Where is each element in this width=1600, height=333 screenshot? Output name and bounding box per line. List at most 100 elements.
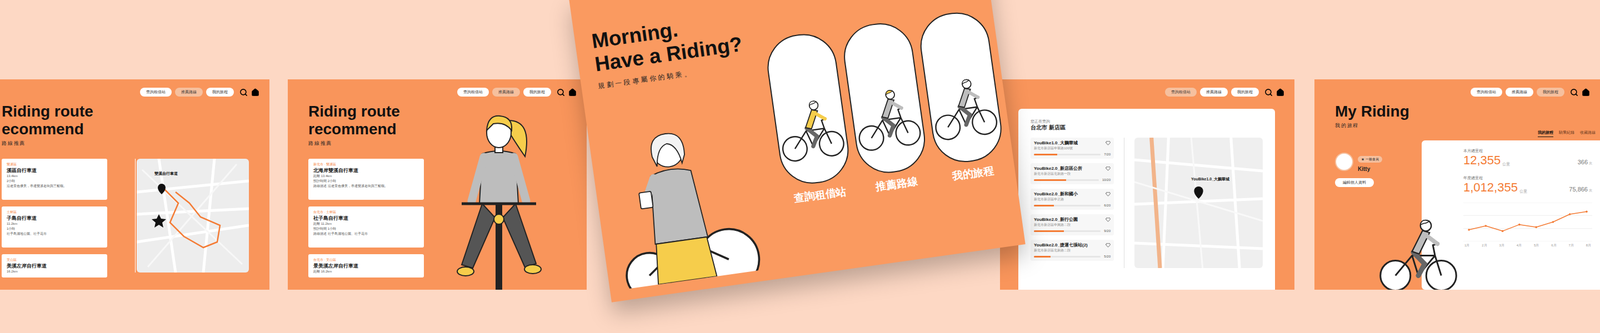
search-icon[interactable] (239, 88, 248, 97)
availability-track (1033, 230, 1101, 233)
riding-heading: My Riding (1335, 102, 1422, 121)
chart-point (1552, 221, 1555, 224)
chart-point (1518, 223, 1521, 227)
profile-text: ★ 一般會員Kitty (1357, 151, 1383, 173)
stat-value-row: 12,355公里 (1463, 153, 1510, 168)
station-map[interactable]: YouBike1.0_大鵬華城 (1134, 137, 1263, 269)
heart-icon[interactable] (1105, 191, 1111, 197)
nav-pill[interactable]: 查詢租借站 (140, 87, 172, 97)
chart-point (1485, 225, 1488, 228)
nav-pill[interactable]: 查詢租借站 (1470, 87, 1503, 97)
option-label: 查詢租借站 (793, 185, 848, 206)
member-badge: ★ 一般會員 (1357, 156, 1383, 163)
riding-panel: 查詢租借站推薦路線我的旅程My Riding我的旅程★ 一般會員Kitty編輯個… (1314, 79, 1600, 290)
route-card[interactable]: 文山區美溪左岸自行車道16.2km (1, 254, 108, 278)
search-icon[interactable] (556, 88, 565, 97)
hero-option[interactable]: 查詢租借站 (763, 30, 856, 207)
route-detail: 沿途景色優美，串連雙溪老街與三貂嶺。 (6, 183, 103, 189)
option-label: 我的旅程 (951, 164, 995, 184)
riding-tab[interactable]: 騎乘紀錄 (1558, 129, 1575, 138)
route-panel-left: Riding routerecommend路線推薦新北市 · 雙溪區北海岸雙溪自… (287, 98, 427, 290)
stat-main: 年度總里程1,012,355公里 (1463, 175, 1528, 195)
search-icon[interactable] (1264, 88, 1273, 97)
route-name: 社子島自行車道 (313, 215, 419, 222)
station-address: 新北市新店區北新路一段 (1033, 171, 1111, 177)
nav-pill[interactable]: 我的旅程 (523, 87, 552, 97)
station-list: YouBike1.0_大鵬華城新北市新店區中華路100號7/20 YouBike2… (1030, 137, 1114, 269)
x-label: 7月 (1568, 243, 1574, 248)
home-icon[interactable] (1581, 88, 1590, 97)
heart-icon[interactable] (1105, 217, 1111, 223)
hero-illustration-area (603, 103, 775, 290)
heart-icon[interactable] (1105, 140, 1111, 146)
stat-unit: 公里 (1519, 188, 1528, 195)
top-nav: 查詢租借站推薦路線我的旅程 (0, 79, 270, 99)
route-card[interactable]: 新北市 · 雙溪區北海岸雙溪自行車道距離 13.4km預計時間 2小時路線描述 … (308, 158, 424, 200)
station-count: 6/20 (1103, 203, 1111, 208)
x-label: 5月 (1533, 243, 1539, 248)
station-row[interactable]: YouBike2.0_新店區公所新北市新店區北新路一段10/20 (1030, 163, 1114, 185)
riding-cyclist-area (1376, 210, 1460, 290)
home-icon[interactable] (1276, 88, 1285, 97)
route-map[interactable]: 雙溪自行車道 (136, 158, 249, 273)
nav-pill[interactable]: 推薦路線 (175, 87, 203, 97)
riding-tab[interactable]: 我的旅程 (1537, 129, 1554, 138)
chart-segment (1485, 226, 1503, 232)
stat-main: 本月總里程12,355公里 (1463, 148, 1510, 168)
option-illustration-area (769, 67, 852, 187)
x-label: 4月 (1516, 243, 1522, 248)
route-detail: 預計時間 2小時 (313, 178, 419, 184)
route-card[interactable]: 雙溪區溪區自行車道13.4km2小時沿途景色優美，串連雙溪老街與三貂嶺。 (1, 158, 108, 200)
nav-pill[interactable]: 推薦路線 (492, 87, 520, 97)
home-icon[interactable] (251, 88, 260, 97)
chart-segment (1519, 225, 1537, 228)
station-name: YouBike2.0_新和國小 (1033, 191, 1078, 198)
stat-side: 75,866次 (1568, 186, 1593, 195)
subheading: 路線推薦 (308, 140, 427, 147)
nav-pill[interactable]: 我的旅程 (1231, 87, 1259, 97)
station-address: 新北市新店區中興路二段 (1033, 222, 1111, 228)
search-icon[interactable] (1570, 88, 1579, 97)
route-card[interactable]: 士林區子島自行車道11.2km1小時社子島濕地公園、社子花市 (1, 206, 108, 248)
riding-tabs: 我的旅程騎乘紀錄收藏路線 (1421, 129, 1600, 138)
route-panel: 查詢租借站推薦路線我的旅程 Riding routerecommend路線推薦新北… (287, 79, 587, 290)
route-card[interactable]: 台北市 · 士林區社子島自行車道距離 11.2km預計時間 1小時路線描述 社子… (308, 206, 424, 248)
nav-pill[interactable]: 查詢租借站 (1165, 87, 1197, 97)
home-icon[interactable] (568, 88, 577, 97)
hero-option[interactable]: 我的旅程 (916, 8, 1009, 185)
nav-pill[interactable]: 推薦路線 (1200, 87, 1228, 97)
availability-fill (1033, 179, 1067, 182)
edit-profile-button[interactable]: 編輯個人資料 (1335, 178, 1374, 188)
station-availability: 7/20 (1033, 152, 1111, 157)
riding-tab[interactable]: 收藏路線 (1580, 129, 1596, 138)
x-label: 1月 (1464, 243, 1470, 248)
avatar[interactable] (1335, 152, 1354, 172)
station-address: 新北市新店區中正路 (1033, 197, 1111, 203)
cyclist-illustration (1376, 210, 1460, 290)
hero-card: Morning.Have a Riding?規劃一段專屬你的騎乘。查詢租借站推薦… (568, 0, 1025, 303)
divider (135, 158, 136, 273)
route-card[interactable]: 台北市 · 文山區景美溪左岸自行車道距離 16.2km (308, 254, 424, 278)
heart-icon[interactable] (1105, 166, 1111, 172)
route-detail: 距離 13.4km (313, 173, 419, 179)
station-count: 10/20 (1102, 177, 1111, 183)
station-row[interactable]: YouBike1.0_大鵬華城新北市新店區中華路100號7/20 (1030, 137, 1114, 159)
availability-track (1033, 153, 1101, 156)
x-label: 8月 (1586, 243, 1592, 248)
station-name: YouBike2.0_捷運七張站(2) (1033, 242, 1088, 249)
nav-pill[interactable]: 我的旅程 (206, 87, 234, 97)
map-drawing (1134, 137, 1263, 269)
nav-pill[interactable]: 查詢租借站 (457, 87, 489, 97)
station-row[interactable]: YouBike2.0_新行公園新北市新店區中興路二段9/20 (1030, 214, 1114, 236)
route-name: 子島自行車道 (6, 215, 103, 222)
nav-pill[interactable]: 推薦路線 (1505, 87, 1534, 97)
route-panel-body: Riding routerecommend路線推薦新北市 · 雙溪區北海岸雙溪自… (287, 98, 587, 290)
heading-line: recommend (308, 120, 427, 139)
nav-pill[interactable]: 我的旅程 (1536, 87, 1565, 97)
station-title-row: YouBike2.0_新店區公所 (1033, 165, 1111, 172)
station-row[interactable]: YouBike2.0_新和國小新北市新店區中正路6/20 (1030, 188, 1114, 210)
route-name: 北海岸雙溪自行車道 (313, 167, 419, 174)
hero-option[interactable]: 推薦路線 (839, 18, 932, 196)
heart-icon[interactable] (1105, 242, 1111, 248)
station-row[interactable]: YouBike2.0_捷運七張站(2)新北市新店區北新路二段5/20 (1030, 240, 1114, 262)
